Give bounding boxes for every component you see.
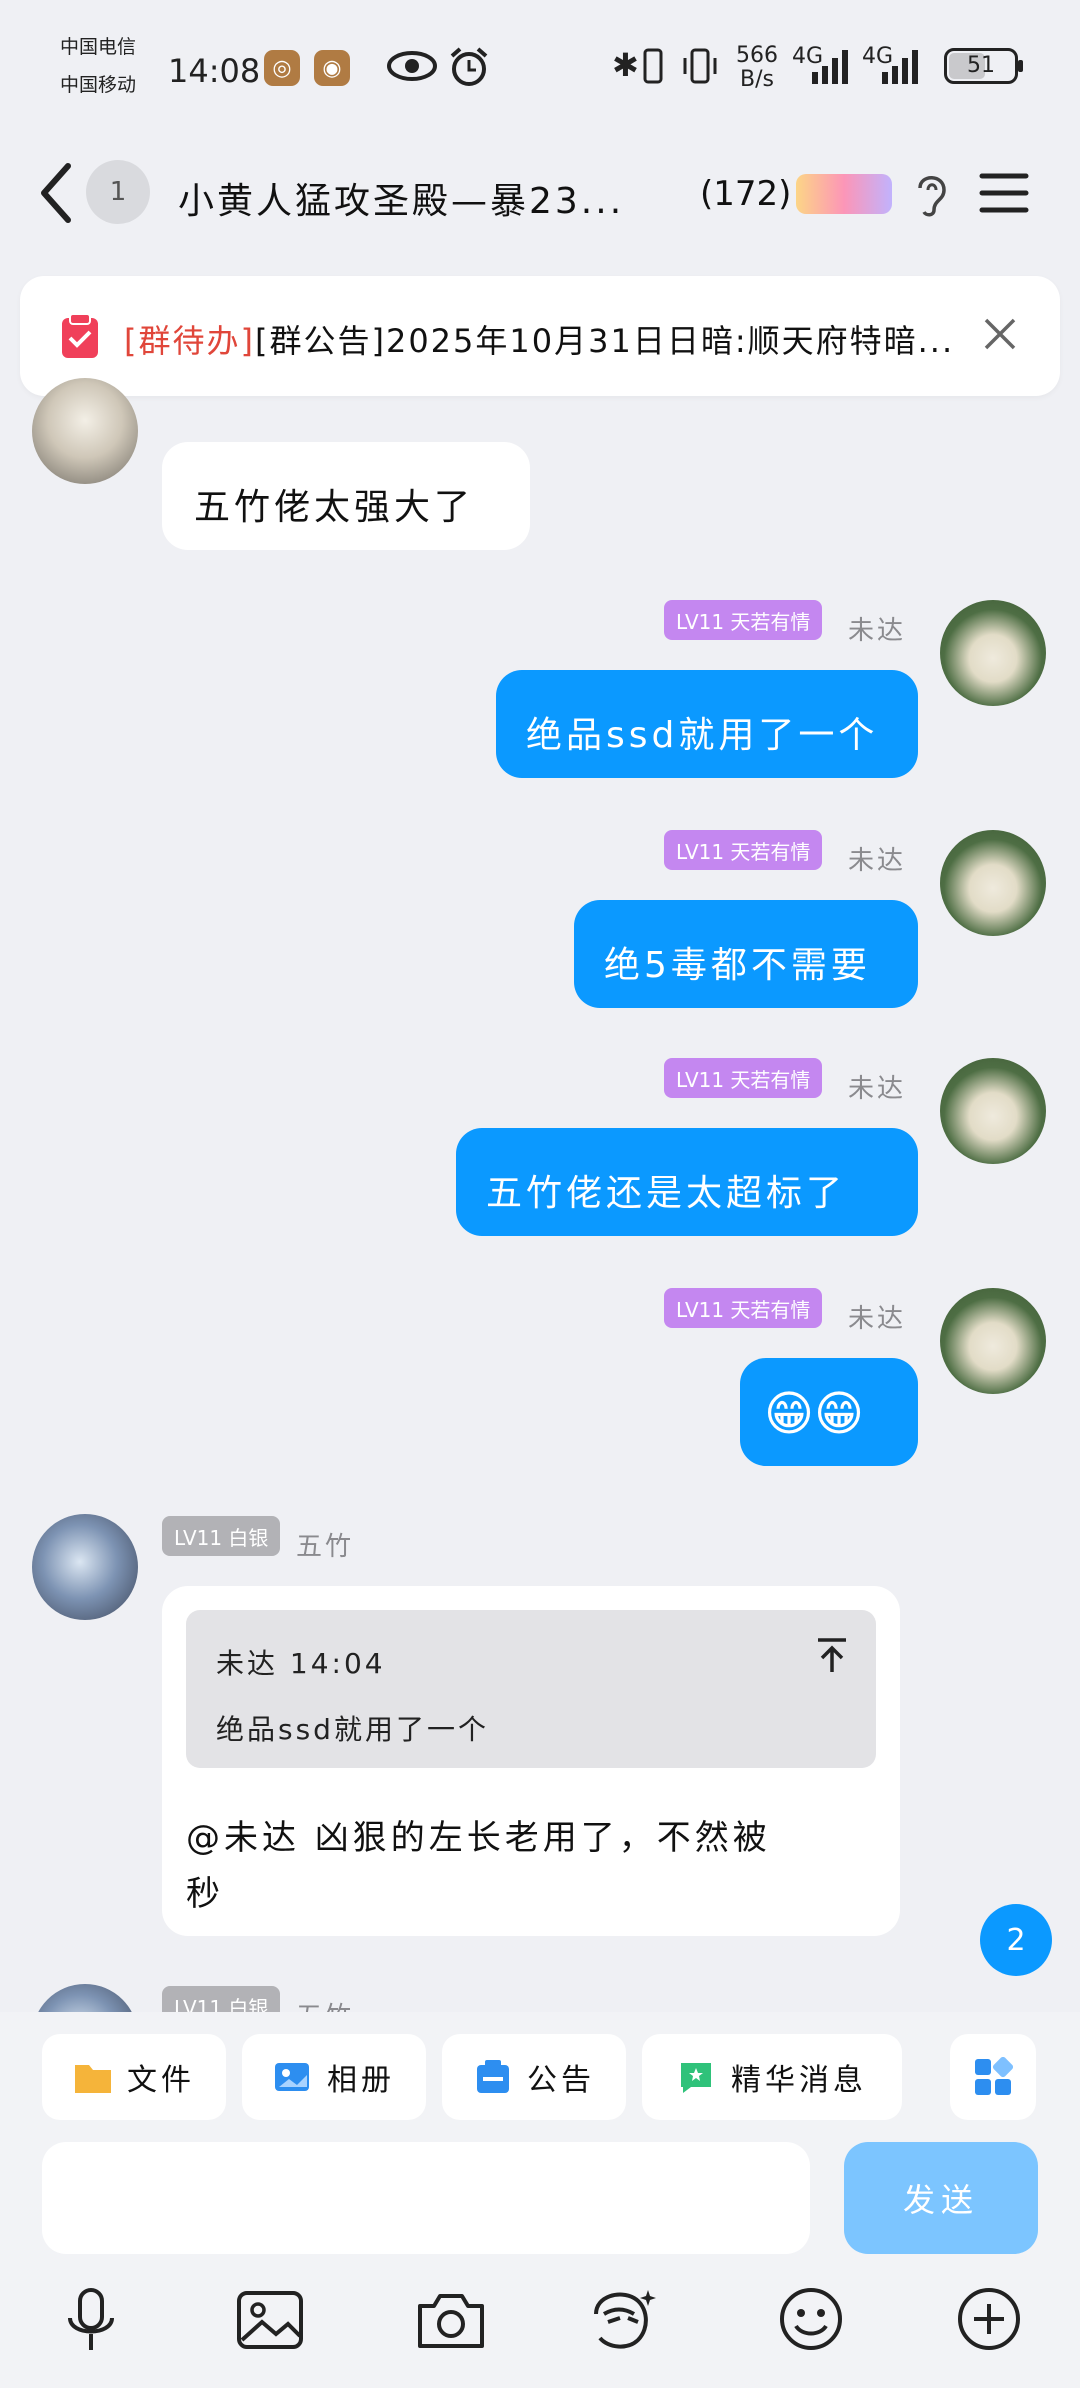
level-badge: LV11 天若有情 [664,830,823,870]
featured-message-icon [681,2063,711,2093]
battery-saver-icon [643,48,663,84]
message-bubble[interactable]: 绝5毒都不需要 [574,900,918,1008]
battery-icon: 51 [944,48,1018,84]
avatar[interactable] [32,378,138,484]
battery-level: 51 [967,53,995,78]
avatar[interactable] [32,1984,138,2014]
sender-name: 五竹 [296,1532,355,1562]
input-toolbar [0,2268,1080,2388]
album-label: 相册 [327,2063,395,2098]
sender-name: 未达 [848,846,907,876]
message-bubble[interactable]: 绝品ssd就用了一个 [496,670,918,778]
group-notice-banner[interactable]: [群待办][群公告]2025年10月31日日暗:顺天府特暗... [20,276,1060,396]
image-icon[interactable] [236,2290,304,2350]
announcement-label: 公告 [527,2063,595,2098]
files-button[interactable]: 文件 [42,2034,226,2120]
featured-messages-button[interactable]: 精华消息 [642,2034,902,2120]
member-count: (172) [700,174,792,214]
level-badge: LV11 天若有情 [664,1288,823,1328]
avatar[interactable] [32,1514,138,1620]
bluetooth-icon: ✱ [612,46,639,84]
group-title[interactable]: 小黄人猛攻圣殿—暴23... [178,172,624,224]
quote-text: 绝品ssd就用了一个 [216,1713,489,1746]
announcement-icon [477,2060,509,2093]
hamburger-icon[interactable] [978,170,1030,216]
quote-author: 未达 14:04 [216,1647,386,1680]
apps-grid-icon [975,2057,1013,2095]
clipboard-todo-icon [62,313,98,358]
send-button[interactable]: 发送 [844,2142,1038,2254]
vibrate-icon [683,48,717,84]
message-bubble[interactable]: 五竹佬太强大了 [162,442,530,550]
avatar[interactable] [940,1058,1046,1164]
carrier-1: 中国电信 [60,36,137,58]
avatar[interactable] [940,830,1046,936]
message-row: LV11 白银 五竹 [0,1984,1080,2014]
more-apps-button[interactable] [950,2034,1036,2120]
message-row: LV11 天若有情 未达 😁😁 [0,1288,1080,1468]
sender-name: 未达 [848,616,907,646]
battery-tip [1018,60,1023,72]
files-label: 文件 [127,2063,195,2098]
status-time: 14:08 [168,52,261,90]
level-badge: LV11 天若有情 [664,600,823,640]
signal-icon [812,50,848,84]
quick-actions-bar: 文件 相册 公告 精华消息 [0,2012,1080,2132]
microphone-icon[interactable] [62,2286,120,2354]
message-row: 五竹佬太强大了 [0,378,1080,556]
message-input-bar: 发送 [0,2128,1080,2268]
album-button[interactable]: 相册 [242,2034,426,2120]
plus-icon[interactable] [956,2286,1022,2352]
level-badge: LV11 白银 [162,1516,281,1556]
level-badge: LV11 天若有情 [664,1058,823,1098]
avatar[interactable] [940,1288,1046,1394]
group-game-logo[interactable] [796,174,892,214]
announcement-button[interactable]: 公告 [442,2034,626,2120]
chevron-left-icon[interactable] [34,160,78,226]
sender-name: 未达 [848,1074,907,1104]
signal-icon [882,50,918,84]
carrier-2: 中国移动 [60,74,137,96]
message-input[interactable] [42,2142,810,2254]
message-row: LV11 天若有情 未达 五竹佬还是太超标了 [0,1058,1080,1238]
folder-icon [75,2065,111,2093]
album-icon [275,2063,309,2091]
eye-icon [387,51,437,81]
sticker-icon[interactable] [590,2284,662,2354]
emoji-icon[interactable] [778,2286,844,2352]
sender-name: 未达 [848,1304,907,1334]
notice-text: [群公告]2025年10月31日日暗:顺天府特暗... [254,322,955,360]
message-text: 秒 [186,1874,224,1914]
unread-count-badge[interactable]: 1 [86,160,150,224]
message-row: LV11 天若有情 未达 绝5毒都不需要 [0,830,1080,1010]
app-notification-icon: ◎ [264,50,300,86]
message-bubble[interactable]: 五竹佬还是太超标了 [456,1128,918,1236]
hearing-icon[interactable] [908,168,952,220]
featured-messages-label: 精华消息 [731,2063,867,2098]
new-messages-badge[interactable]: 2 [980,1904,1052,1976]
net-speed: 566 B/s [736,43,778,92]
level-badge: LV11 白银 [162,1986,281,2014]
close-icon[interactable] [982,316,1018,352]
message-row: LV11 天若有情 未达 绝品ssd就用了一个 [0,600,1080,780]
camera-icon[interactable] [416,2290,486,2350]
avatar[interactable] [940,600,1046,706]
message-row: LV11 白银 五竹 未达 14:04 绝品ssd就用了一个 @未达 凶狠的左长… [0,1514,1080,1944]
message-text: @未达 凶狠的左长老用了，不然被 [186,1818,771,1858]
alarm-icon [450,47,488,86]
chat-header: 1 小黄人猛攻圣殿—暴23... (172) [0,140,1080,290]
message-bubble[interactable]: 未达 14:04 绝品ssd就用了一个 @未达 凶狠的左长老用了，不然被 秒 [162,1586,900,1936]
quoted-message[interactable]: 未达 14:04 绝品ssd就用了一个 [186,1610,876,1768]
emoji-message-bubble[interactable]: 😁😁 [740,1358,918,1466]
app-notification-icon: ◉ [314,50,350,86]
status-bar: 中国电信 中国移动 14:08 ◎ ◉ ✱ 566 B/s 4G 4G 51 [0,0,1080,140]
notice-tag: [群待办] [124,322,255,360]
jump-to-top-icon[interactable] [814,1636,850,1676]
